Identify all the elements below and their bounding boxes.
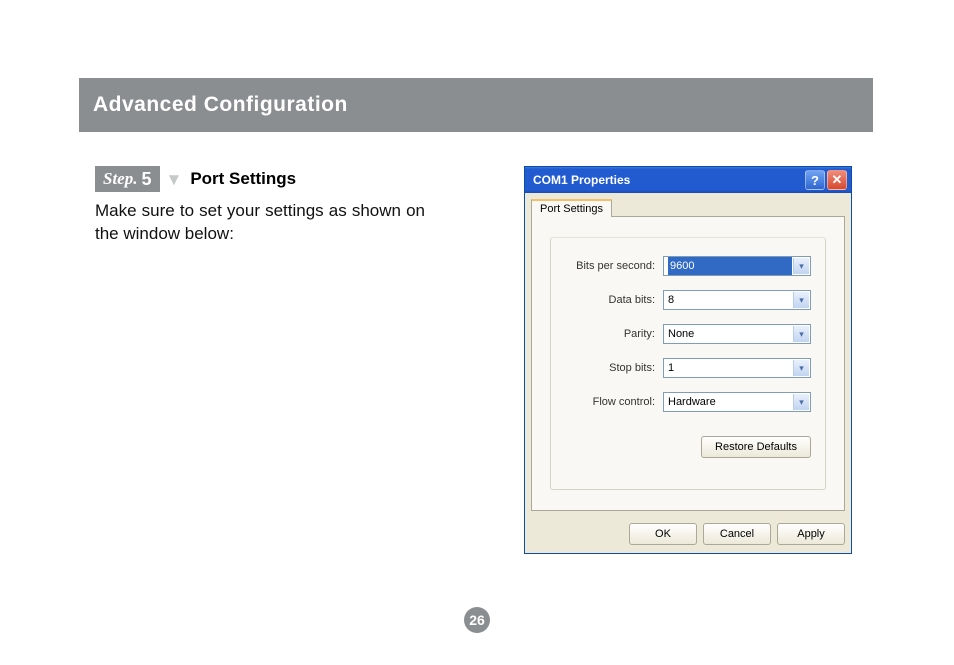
chevron-down-icon: ▾ [793,258,809,274]
select-stop-bits[interactable]: 1 ▾ [663,358,811,378]
chevron-down-icon: ▾ [793,326,809,342]
step-title: Port Settings [190,169,296,189]
select-bits-per-second[interactable]: 9600 ▾ [663,256,811,276]
help-button[interactable]: ? [805,170,825,190]
label-stop-bits: Stop bits: [565,362,663,374]
left-column: Step. 5 ▼ Port Settings Make sure to set… [95,166,425,246]
page-number: 26 [464,607,490,633]
chevron-down-icon: ▾ [793,292,809,308]
select-parity[interactable]: None ▾ [663,324,811,344]
settings-group: Bits per second: 9600 ▾ Data bits: 8 ▾ P… [550,237,826,490]
value-bits-per-second: 9600 [668,257,792,275]
label-flow-control: Flow control: [565,396,663,408]
chevron-down-icon: ▾ [793,360,809,376]
ok-button[interactable]: OK [629,523,697,545]
value-parity: None [668,328,694,340]
dialog-button-bar: OK Cancel Apply [531,523,845,545]
value-data-bits: 8 [668,294,674,306]
row-bits-per-second: Bits per second: 9600 ▾ [565,256,811,276]
label-bits-per-second: Bits per second: [565,260,663,272]
value-stop-bits: 1 [668,362,674,374]
tab-strip: Port Settings [531,199,845,217]
chevron-down-icon: ▾ [793,394,809,410]
tab-port-settings[interactable]: Port Settings [531,199,612,217]
cancel-button[interactable]: Cancel [703,523,771,545]
row-data-bits: Data bits: 8 ▾ [565,290,811,310]
row-flow-control: Flow control: Hardware ▾ [565,392,811,412]
section-title: Advanced Configuration [93,93,348,117]
properties-dialog: COM1 Properties ? ✕ Port Settings Bits p… [524,166,852,554]
step-badge-prefix: Step. [103,169,137,189]
step-badge: Step. 5 [95,166,160,192]
page-number-value: 26 [469,612,485,628]
step-arrow-icon: ▼ [166,171,183,188]
row-parity: Parity: None ▾ [565,324,811,344]
row-stop-bits: Stop bits: 1 ▾ [565,358,811,378]
section-header: Advanced Configuration [79,78,873,132]
select-data-bits[interactable]: 8 ▾ [663,290,811,310]
restore-row: Restore Defaults [565,436,811,458]
help-icon: ? [811,173,819,188]
dialog-titlebar[interactable]: COM1 Properties ? ✕ [525,167,851,193]
step-badge-number: 5 [141,169,151,190]
close-icon: ✕ [832,172,843,188]
close-button[interactable]: ✕ [827,170,847,190]
apply-button[interactable]: Apply [777,523,845,545]
step-heading: Step. 5 ▼ Port Settings [95,166,425,192]
label-parity: Parity: [565,328,663,340]
restore-defaults-button[interactable]: Restore Defaults [701,436,811,458]
instruction-text: Make sure to set your settings as shown … [95,200,425,246]
select-flow-control[interactable]: Hardware ▾ [663,392,811,412]
tab-panel: Bits per second: 9600 ▾ Data bits: 8 ▾ P… [531,216,845,511]
value-flow-control: Hardware [668,396,716,408]
label-data-bits: Data bits: [565,294,663,306]
dialog-title: COM1 Properties [533,173,803,187]
